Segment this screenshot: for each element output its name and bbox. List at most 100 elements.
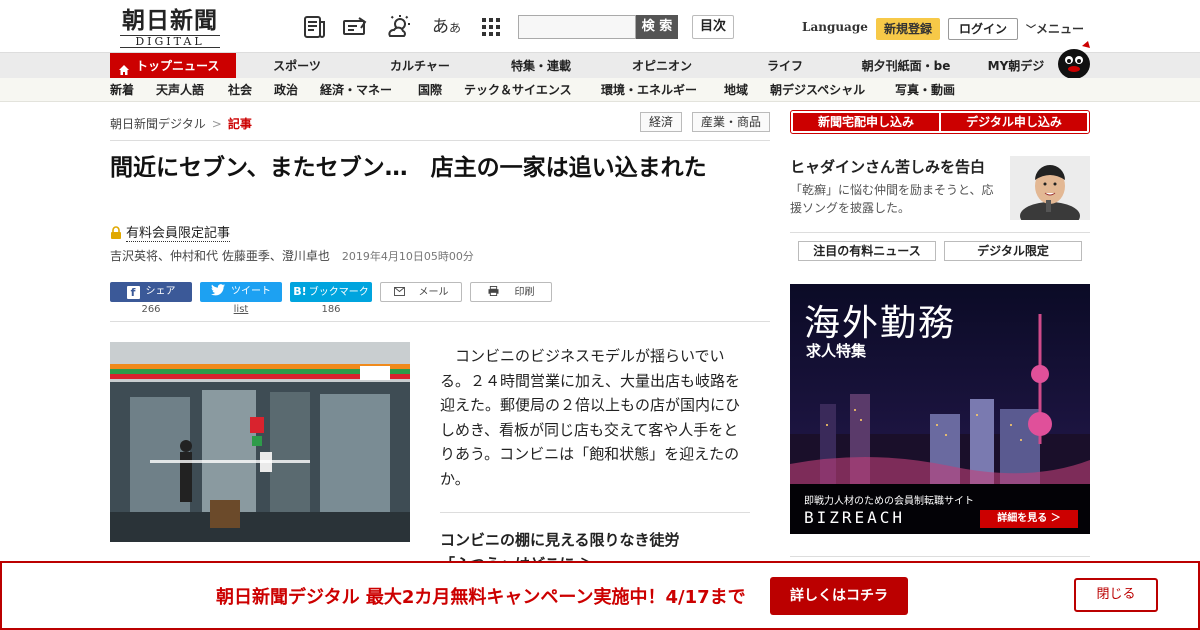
divider — [110, 321, 770, 322]
nav2-item-environment[interactable]: 環境・エネルギー — [601, 78, 697, 102]
ad-footer-strip: 即戦力人材のための会員制転職サイト BIZREACH 詳細を見る ＞ — [790, 484, 1090, 534]
breadcrumb-separator: > — [211, 117, 222, 131]
nav-item-top-news[interactable]: トップニュース — [110, 53, 236, 79]
nav2-item-tech-science[interactable]: テック＆サイエンス — [464, 78, 572, 102]
nav-item-my-asahi[interactable]: MY朝デジ — [988, 53, 1045, 79]
twitter-bird-icon — [211, 282, 225, 302]
article-date: 2019年4月10日05時00分 — [341, 250, 474, 263]
newspaper-icon[interactable] — [302, 14, 328, 40]
logo-sub-text: DIGITAL — [120, 35, 220, 48]
related-article-title: コンビニの棚に見える限りなき徒労 — [440, 531, 680, 549]
login-button[interactable]: ログイン — [948, 18, 1018, 40]
nav2-item-special[interactable]: 朝デジスペシャル — [770, 78, 865, 102]
article-body: コンビニのビジネスモデルが揺らいでいる。２４時間営業に加え、大量出店も岐路を迎え… — [440, 347, 741, 488]
tab-digital-only[interactable]: デジタル限定 — [944, 241, 1082, 261]
nav-item-opinion[interactable]: オピニオン — [632, 53, 692, 79]
lock-icon — [110, 226, 122, 239]
tab-paid-news[interactable]: 注目の有料ニュース — [798, 241, 936, 261]
hatena-bookmark-count: 186 — [321, 304, 341, 315]
language-link[interactable]: Language — [802, 20, 868, 34]
nav2-item-photo-video[interactable]: 写真・動画 — [895, 78, 955, 102]
menu-button[interactable]: ﹀メニュー — [1026, 20, 1084, 37]
tag-economy[interactable]: 経済 — [640, 112, 682, 132]
promo-photo[interactable] — [1010, 156, 1090, 220]
nav-item-sports[interactable]: スポーツ — [273, 53, 321, 79]
print-label: 印刷 — [514, 287, 535, 298]
twitter-tweet-label: ツイート — [231, 286, 271, 297]
paid-member-text[interactable]: 有料会員限定記事 — [126, 226, 231, 242]
facebook-share-label: シェア — [145, 286, 176, 297]
banner-close-button[interactable]: 閉じる — [1074, 578, 1158, 612]
home-icon — [118, 59, 130, 75]
subscribe-buttons: 新聞宅配申し込み デジタル申し込み — [790, 110, 1090, 134]
promo-text: 「乾癬」に悩む仲間を励まそうと、応援ソングを披露した。 — [790, 183, 994, 215]
ad-subtitle: 求人特集 — [806, 342, 867, 360]
campaign-banner: 朝日新聞デジタル 最大2カ月無料キャンペーン実施中！4/17まで 詳しくはコチラ… — [0, 561, 1200, 630]
nav-item-features[interactable]: 特集・連載 — [511, 53, 571, 79]
twitter-tweet-button[interactable]: ツイート — [200, 282, 282, 302]
mail-share-label: メール — [418, 287, 449, 298]
nav-item-newspaper[interactable]: 朝夕刊紙面・be — [862, 53, 951, 79]
paid-member-label: 有料会員限定記事 — [110, 222, 231, 242]
search-button[interactable]: 検 索 — [636, 15, 678, 39]
article-photo[interactable] — [110, 342, 410, 542]
mail-share-button[interactable]: メール — [380, 282, 462, 302]
nav2-item-region[interactable]: 地域 — [724, 78, 748, 102]
menu-label: メニュー — [1036, 22, 1085, 36]
byline: 吉沢英将、仲村和代 佐藤亜季、澄川卓也 2019年4月10日05時00分 — [110, 247, 474, 264]
toc-button[interactable]: 目次 — [692, 15, 734, 39]
hatena-bookmark-button[interactable]: B! ブックマーク — [290, 282, 372, 302]
article-title: 間近にセブン、またセブン… 店主の一家は追い込まれた — [110, 155, 707, 181]
nav2-item-society[interactable]: 社会 — [228, 78, 252, 102]
tag-industry-products[interactable]: 産業・商品 — [692, 112, 770, 132]
hatena-bookmark-label: ブックマーク — [308, 287, 369, 298]
ad-brand: BIZREACH — [804, 508, 906, 527]
font-size-control[interactable]: ああ — [432, 12, 461, 37]
nav2-item-latest[interactable]: 新着 — [110, 78, 134, 102]
ad-details-button[interactable]: 詳細を見る ＞ — [980, 510, 1078, 528]
site-header: 朝日新聞 DIGITAL ああ 検 索 目次 Language 新規登録 ログイ… — [0, 0, 1200, 52]
breadcrumb-home[interactable]: 朝日新聞デジタル — [110, 117, 206, 131]
secondary-nav: 新着 天声人語 社会 政治 経済・マネー 国際 テック＆サイエンス 環境・エネル… — [0, 78, 1200, 102]
weather-icon[interactable] — [386, 14, 412, 40]
subscribe-paper-button[interactable]: 新聞宅配申し込み — [793, 113, 939, 131]
divider — [110, 140, 770, 141]
facebook-share-button[interactable]: f シェア — [110, 282, 192, 302]
ticket-icon[interactable] — [342, 14, 368, 40]
nav2-item-politics[interactable]: 政治 — [274, 78, 298, 102]
logo-main-text: 朝日新聞 — [122, 7, 218, 34]
chevron-down-icon: ﹀ — [1026, 25, 1036, 36]
twitter-list-link[interactable]: list — [200, 304, 282, 315]
nav-item-label: トップニュース — [136, 59, 220, 73]
breadcrumb-current: 記事 — [227, 117, 252, 131]
nav2-item-international[interactable]: 国際 — [418, 78, 442, 102]
print-button[interactable]: 印刷 — [470, 282, 552, 302]
nav-item-life[interactable]: ライフ — [767, 53, 803, 79]
campaign-text: 朝日新聞デジタル 最大2カ月無料キャンペーン実施中！4/17まで — [216, 587, 746, 608]
ad-banner[interactable]: 海外勤務 求人特集 即戦力人材のための会員制転職サイト BIZREACH 詳細を… — [790, 284, 1090, 534]
asahi-logo[interactable]: 朝日新聞 DIGITAL — [110, 8, 230, 48]
subscribe-digital-button[interactable]: デジタル申し込み — [941, 113, 1087, 131]
facebook-icon: f — [126, 286, 140, 299]
nav-item-culture[interactable]: カルチャー — [390, 53, 450, 79]
search-input[interactable] — [518, 15, 636, 39]
primary-nav: トップニュース スポーツ カルチャー 特集・連載 オピニオン ライフ 朝夕刊紙面… — [0, 52, 1200, 79]
promo-title[interactable]: ヒャダインさん苦しみを告白 — [790, 156, 985, 177]
hatena-bookmark-icon: B! — [293, 285, 307, 298]
nav2-item-economy[interactable]: 経済・マネー — [320, 78, 392, 102]
print-icon — [488, 283, 499, 303]
divider — [440, 512, 750, 513]
register-button[interactable]: 新規登録 — [876, 18, 940, 40]
divider — [790, 556, 1090, 557]
grid-menu-icon[interactable] — [478, 14, 504, 40]
facebook-share-count: 266 — [141, 304, 161, 315]
font-size-large-glyph: あ — [432, 17, 449, 37]
mascot-icon[interactable] — [1052, 40, 1096, 80]
ad-title: 海外勤務 — [804, 303, 957, 344]
mail-icon — [393, 283, 405, 303]
campaign-details-button[interactable]: 詳しくはコチラ — [770, 577, 908, 615]
font-size-small-glyph: あ — [449, 21, 462, 35]
nav2-item-tensei-jingo[interactable]: 天声人語 — [156, 78, 204, 102]
divider — [790, 232, 1090, 233]
article-authors: 吉沢英将、仲村和代 佐藤亜季、澄川卓也 — [110, 249, 330, 263]
